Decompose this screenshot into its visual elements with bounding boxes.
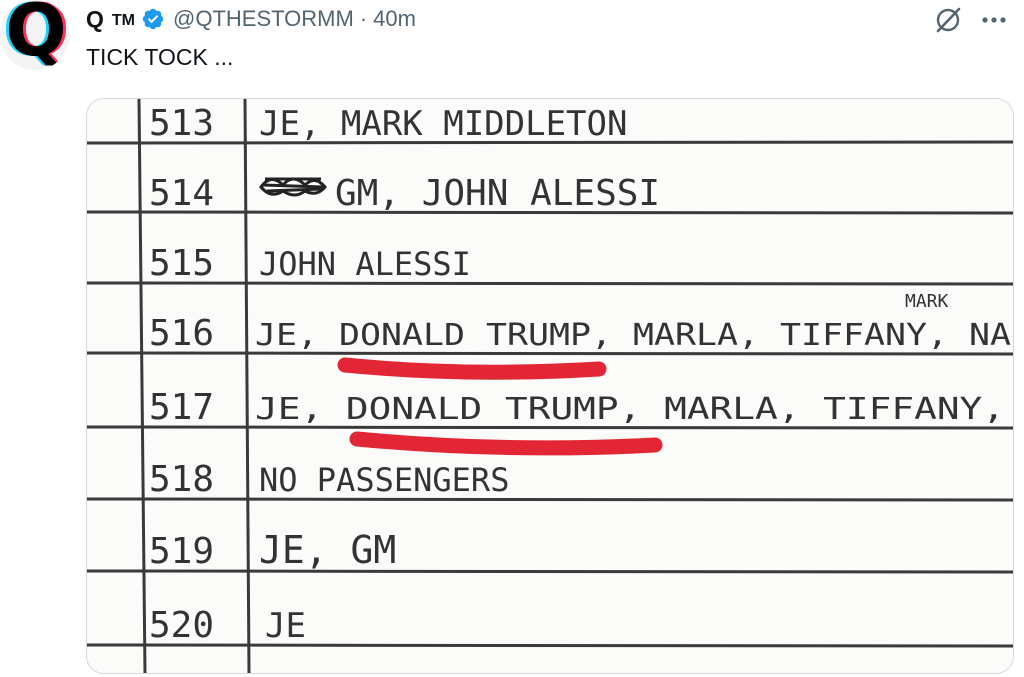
row-number-514: 514	[149, 173, 214, 214]
row-entry-520: JE	[265, 606, 306, 646]
row-number-513: 513	[149, 103, 214, 144]
avatar-logo: Q	[5, 0, 67, 70]
row-entry-519: JE, GM	[259, 528, 396, 572]
separator-dot: ·	[359, 6, 368, 31]
verified-badge-icon	[142, 8, 164, 30]
row-number-517: 517	[149, 387, 214, 428]
row-entry-516: JE, DONALD TRUMP, MARLA, TIFFANY, NA	[255, 318, 1011, 353]
tweet-header: Q TM @QTHESTORMM · 40m	[86, 4, 416, 34]
display-name[interactable]: Q	[86, 6, 104, 33]
row-number-518: 518	[149, 459, 214, 500]
row-note-516: MARK	[905, 291, 949, 312]
grok-icon[interactable]	[930, 2, 966, 38]
row-entry-518: NO PASSENGERS	[259, 461, 509, 499]
display-name-suffix[interactable]: TM	[112, 12, 135, 30]
user-handle[interactable]: @QTHESTORMM	[173, 6, 354, 32]
timestamp[interactable]: 40m	[373, 6, 416, 32]
row-number-515: 515	[149, 243, 214, 284]
avatar[interactable]: Q	[0, 0, 70, 70]
row-entry-513: JE, MARK MIDDLETON	[259, 104, 627, 144]
more-icon[interactable]	[976, 2, 1012, 38]
tweet-image[interactable]: 513 514 515 516 517 518 519 520 JE, MARK…	[86, 98, 1014, 674]
row-number-519: 519	[149, 531, 214, 572]
flight-log-image: 513 514 515 516 517 518 519 520 JE, MARK…	[87, 99, 1013, 673]
row-entry-514: GM, JOHN ALESSI	[335, 173, 660, 214]
row-number-520: 520	[149, 605, 214, 646]
row-entry-515: JOHN ALESSI	[259, 245, 471, 283]
row-entry-517: JE, DONALD TRUMP, MARLA, TIFFANY,	[255, 392, 1005, 427]
row-number-516: 516	[149, 313, 214, 354]
tweet-text: TICK TOCK ...	[86, 44, 234, 70]
